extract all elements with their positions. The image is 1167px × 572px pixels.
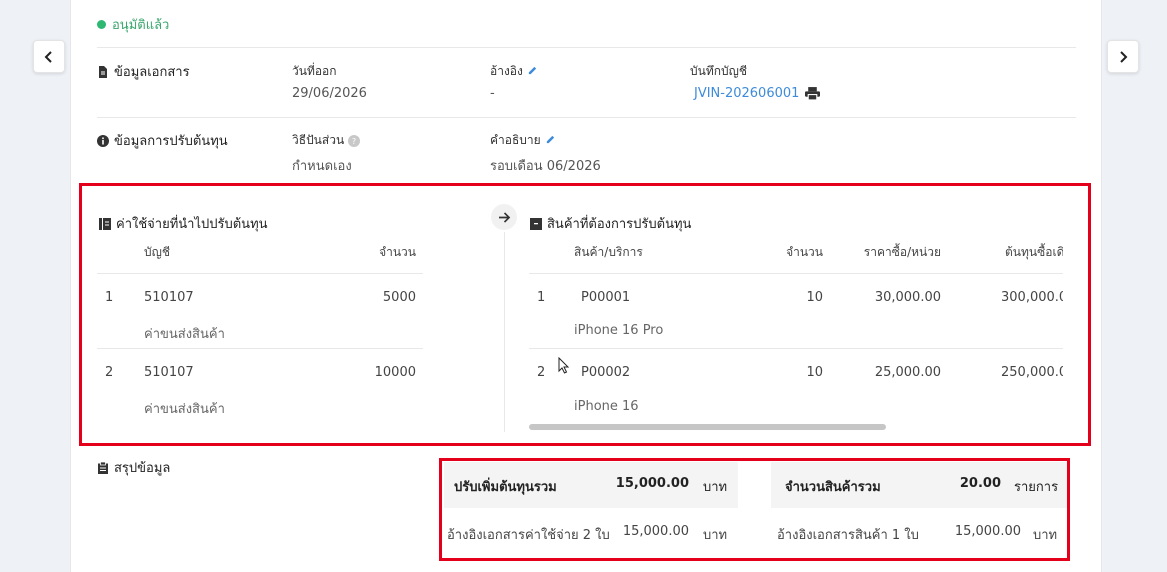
- description-label: คำอธิบาย: [490, 131, 556, 150]
- clipboard-icon: [98, 461, 108, 474]
- svg-text:?: ?: [352, 137, 356, 146]
- method-label: วิธีปันส่วน ?: [292, 131, 361, 150]
- chevron-right-icon: [1120, 50, 1128, 63]
- adjustment-info-title: ข้อมูลการปรับต้นทุน: [97, 130, 228, 151]
- status-badge: อนุมัติแล้ว: [97, 14, 169, 35]
- print-icon[interactable]: [805, 87, 821, 100]
- description-value: รอบเดือน 06/2026: [490, 159, 601, 174]
- chevron-left-icon: [44, 50, 52, 63]
- edit-description-icon[interactable]: [545, 134, 556, 148]
- divider: [97, 47, 1076, 48]
- edit-reference-icon[interactable]: [527, 65, 538, 79]
- previous-button[interactable]: [33, 40, 65, 73]
- status-dot: [97, 20, 106, 29]
- highlight-box-cost-panels: [79, 183, 1091, 446]
- help-icon[interactable]: ?: [348, 134, 361, 147]
- reference-value: -: [490, 86, 495, 101]
- journal-link[interactable]: JVIN-202606001: [694, 86, 821, 101]
- reference-label: อ้างอิง: [490, 62, 538, 81]
- next-button[interactable]: [1107, 40, 1139, 73]
- issue-date-label: วันที่ออก: [292, 64, 337, 78]
- issue-date-value: 29/06/2026: [292, 86, 367, 101]
- summary-title: สรุปข้อมูล: [97, 457, 170, 478]
- document-icon: [99, 65, 107, 78]
- status-label: อนุมัติแล้ว: [112, 18, 170, 33]
- method-value: กำหนดเอง: [292, 159, 352, 174]
- highlight-box-summary: [439, 458, 1070, 561]
- document-info-title: ข้อมูลเอกสาร: [97, 61, 190, 82]
- divider: [97, 117, 1076, 118]
- info-icon: [97, 134, 109, 147]
- journal-label: บันทึกบัญชี: [690, 64, 747, 78]
